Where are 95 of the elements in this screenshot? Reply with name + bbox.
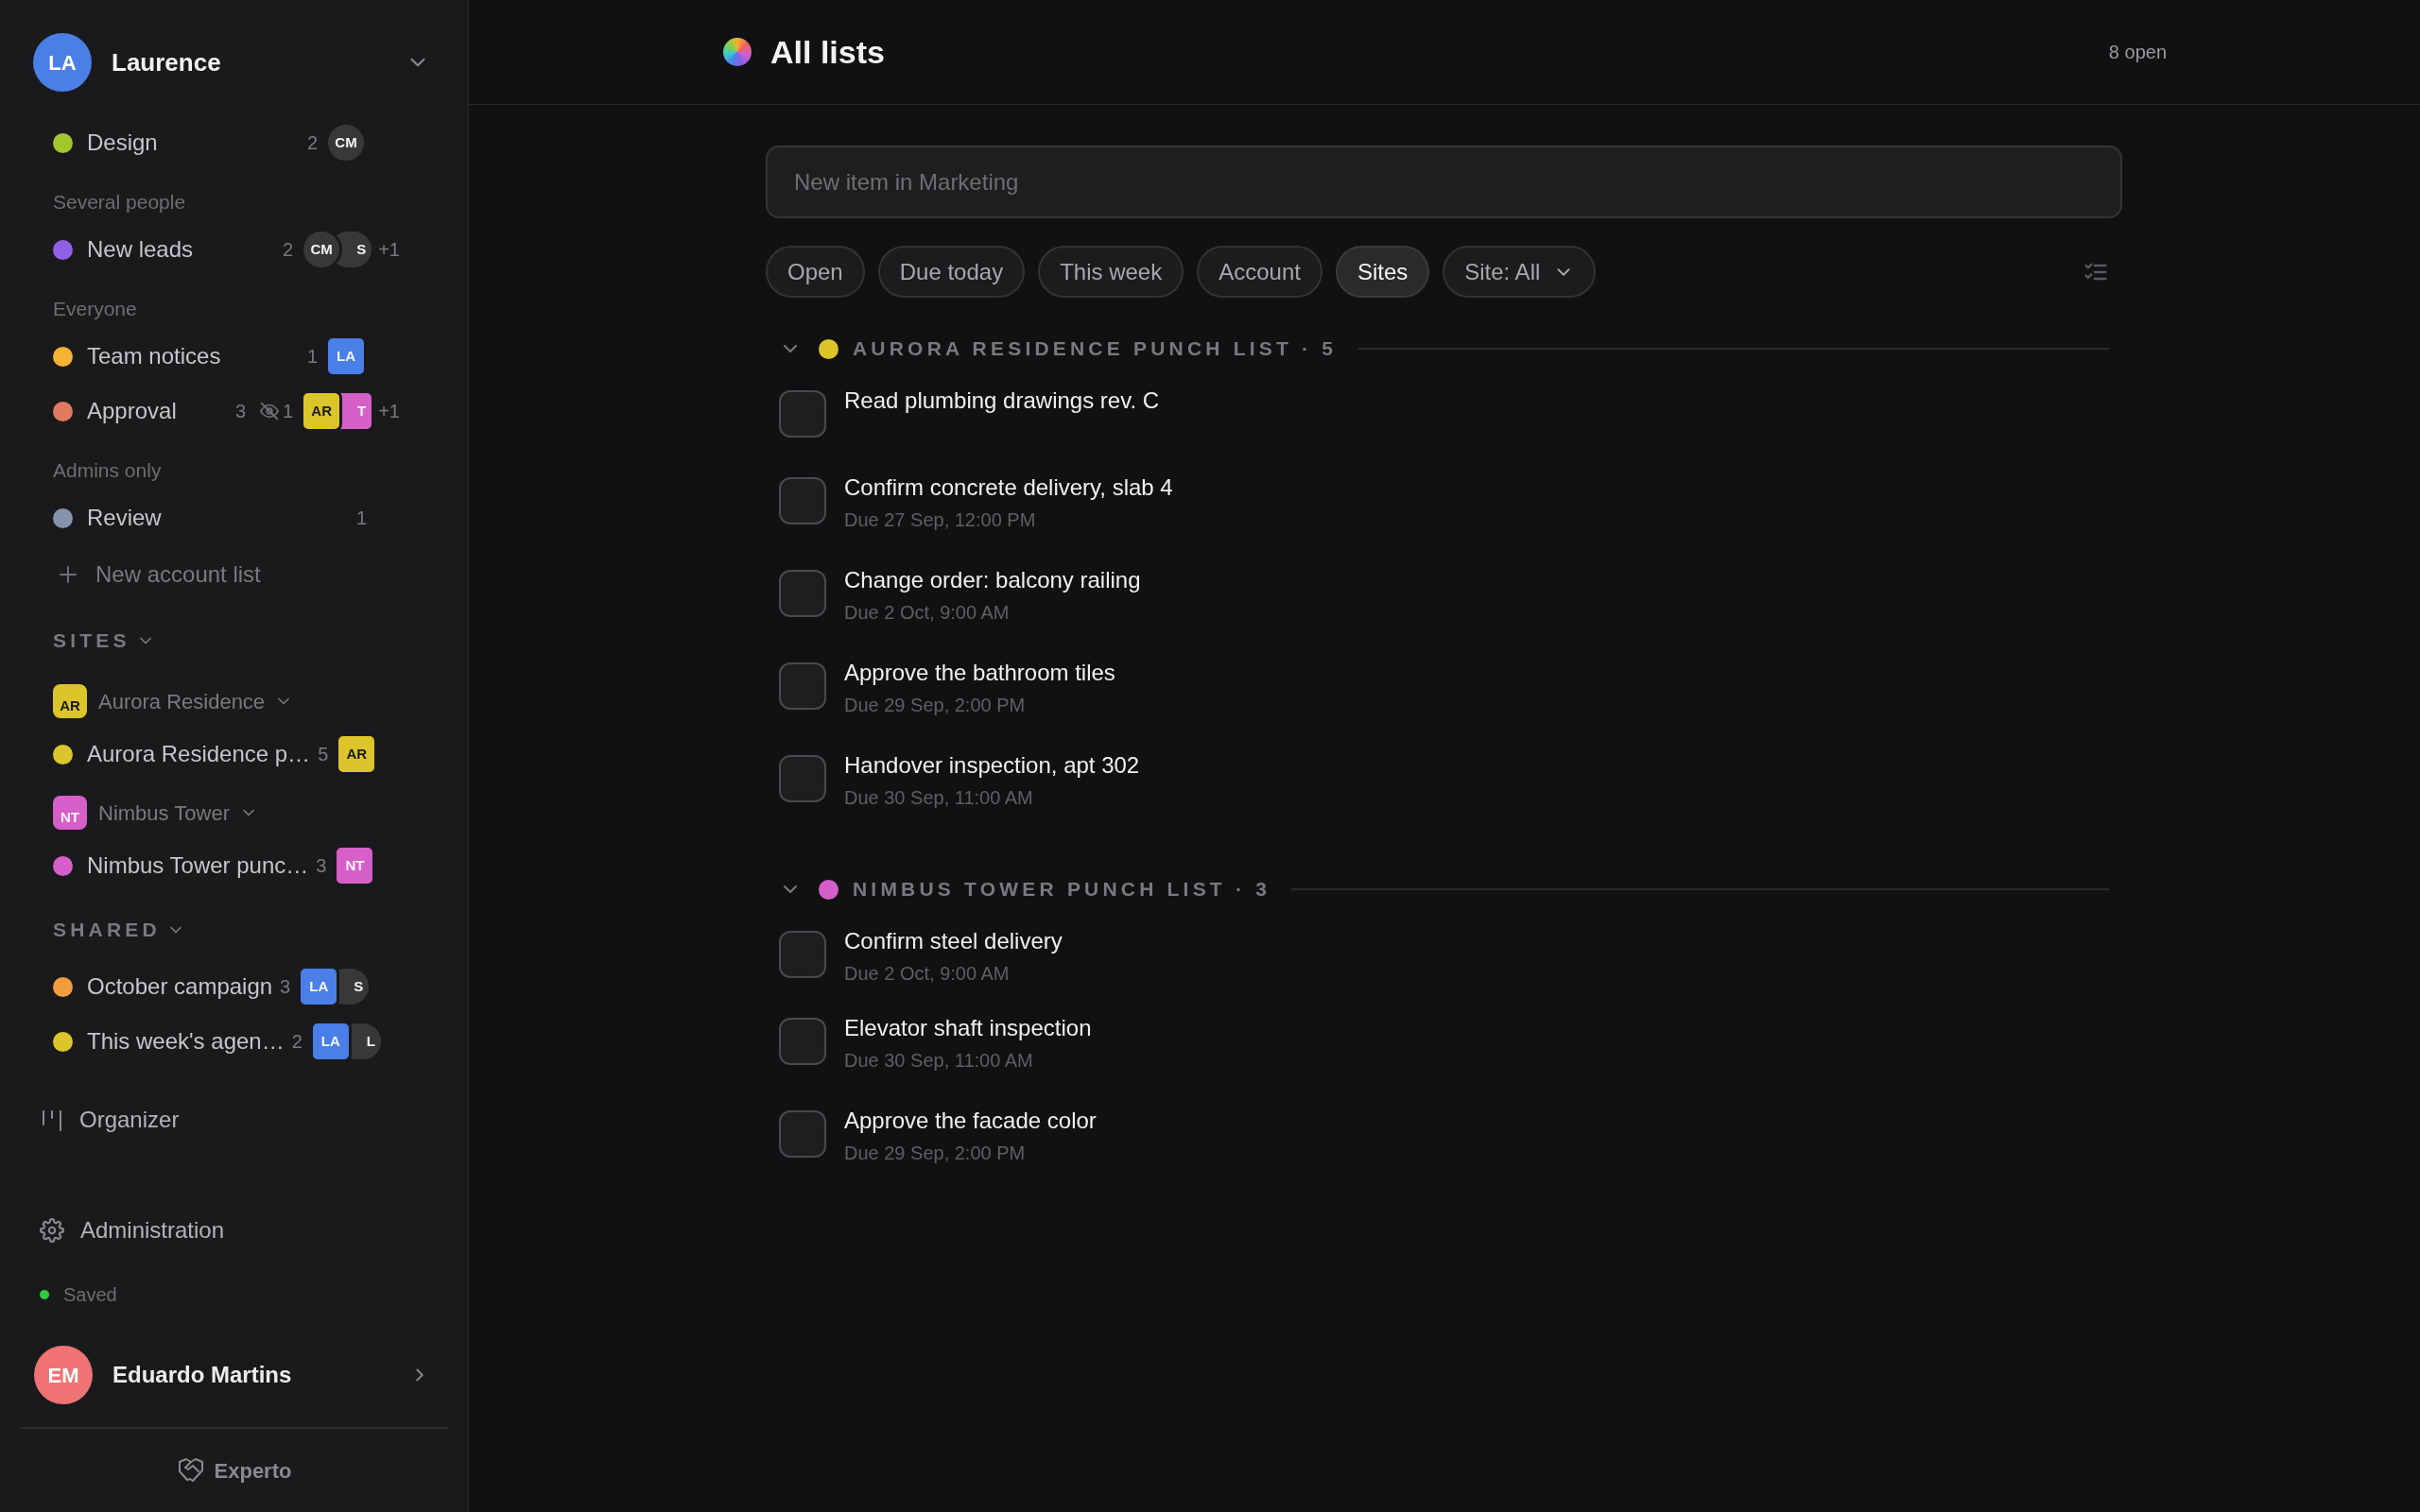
- list-item[interactable]: October campaign 3 LA S: [0, 959, 468, 1014]
- section-header[interactable]: SITES: [0, 604, 468, 670]
- columns-icon: [42, 1108, 62, 1132]
- add-list-button[interactable]: New account list: [0, 545, 468, 604]
- group-label: Several people: [53, 189, 186, 215]
- group-label: Everyone: [53, 296, 137, 321]
- avatar: LA: [325, 335, 367, 377]
- task-title: Handover inspection, apt 302: [844, 751, 1140, 780]
- list-item[interactable]: New leads 2 CM S +1: [0, 222, 468, 277]
- item-count: 2: [306, 131, 318, 155]
- list-name: Design: [87, 129, 158, 157]
- list-item[interactable]: Aurora Residence p… 5 AR: [0, 727, 468, 782]
- task-checkbox[interactable]: [779, 662, 826, 710]
- avatar: CM: [325, 122, 367, 163]
- more-count: +1: [378, 238, 400, 262]
- filter-chip[interactable]: Sites: [1335, 246, 1430, 298]
- avatar: AR: [301, 390, 343, 432]
- task-title: Confirm steel delivery: [844, 927, 1063, 955]
- organizer-link[interactable]: Organizer: [0, 1091, 468, 1148]
- more-count: +1: [378, 400, 400, 423]
- site-header[interactable]: AR Aurora Residence: [0, 670, 468, 727]
- list-name: October campaign: [87, 972, 273, 1001]
- task-title: Approve the bathroom tiles: [844, 659, 1115, 687]
- section-header[interactable]: SHARED: [0, 893, 468, 959]
- brand-name: Experto: [214, 1457, 292, 1485]
- filter-chip[interactable]: Due today: [877, 246, 1026, 298]
- task-checkbox[interactable]: [779, 931, 826, 978]
- filter-chip[interactable]: This week: [1038, 246, 1184, 298]
- list-name: Review: [87, 504, 162, 532]
- list-item[interactable]: Team notices 1 LA: [0, 329, 468, 384]
- settings-icon: [40, 1218, 64, 1243]
- item-count: 3: [234, 400, 247, 423]
- eye-off-icon: [259, 401, 281, 421]
- task-checkbox[interactable]: [779, 755, 826, 802]
- list-name: New leads: [87, 235, 194, 264]
- hidden-count: 1: [283, 400, 294, 423]
- list-item[interactable]: Nimbus Tower punc… 3 NT: [0, 838, 468, 893]
- item-count: 2: [283, 238, 294, 262]
- list-name: Aurora Residence p…: [87, 740, 311, 768]
- task-checkbox[interactable]: [779, 390, 826, 438]
- list-item[interactable]: Review 1: [0, 490, 468, 545]
- site-name: Nimbus Tower: [98, 799, 230, 827]
- item-count: 1: [355, 507, 367, 530]
- account-avatar[interactable]: LA: [33, 33, 92, 92]
- filter-dropdown[interactable]: Site: All: [1443, 246, 1597, 298]
- item-count: 3: [316, 854, 327, 878]
- open-count: 8 open: [2108, 41, 2167, 64]
- task-title: Read plumbing drawings rev. C: [844, 387, 1160, 415]
- plus-icon: [57, 563, 79, 586]
- list-item[interactable]: This week's agen… 2 LA L: [0, 1014, 468, 1069]
- rainbow-icon: [723, 38, 752, 66]
- item-count: 2: [291, 1030, 302, 1054]
- avatar: CM: [301, 229, 343, 270]
- save-status: Saved: [63, 1283, 117, 1307]
- due-date: Due 2 Oct, 9:00 AM: [844, 962, 1011, 986]
- avatar: LA: [298, 966, 340, 1007]
- list-item[interactable]: Approval 3 1 AR T +1: [0, 384, 468, 438]
- user-menu[interactable]: EM Eduardo Martins: [0, 1323, 468, 1427]
- site-badge: AR: [53, 684, 87, 718]
- due-date: Due 30 Sep, 11:00 AM: [844, 786, 1034, 810]
- task-checkbox[interactable]: [779, 477, 826, 524]
- list-name: This week's agen…: [87, 1027, 285, 1056]
- administration-link[interactable]: Administration: [0, 1202, 468, 1259]
- due-date: Due 29 Sep, 2:00 PM: [844, 1142, 1027, 1165]
- group-header[interactable]: AURORA RESIDENCE PUNCH LIST · 5: [853, 334, 1338, 364]
- due-date: Due 29 Sep, 2:00 PM: [844, 694, 1027, 717]
- new-item-field[interactable]: New item in Marketing: [766, 146, 2122, 218]
- site-name: Aurora Residence: [98, 688, 266, 715]
- filter-chip[interactable]: Account: [1197, 246, 1322, 298]
- list-name: Team notices: [87, 342, 221, 370]
- group-label: Admins only: [53, 457, 162, 483]
- task-title: Change order: balcony railing: [844, 566, 1141, 594]
- task-title: Confirm concrete delivery, slab 4: [844, 473, 1173, 502]
- task-title: Approve the facade color: [844, 1107, 1097, 1135]
- account-name[interactable]: Laurence: [112, 43, 221, 81]
- list-item[interactable]: Design 2 CM: [0, 115, 468, 170]
- due-date: Due 27 Sep, 12:00 PM: [844, 508, 1037, 532]
- site-header[interactable]: NT Nimbus Tower: [0, 782, 468, 838]
- filter-chip[interactable]: Open: [766, 246, 865, 298]
- due-date: Due 2 Oct, 9:00 AM: [844, 601, 1011, 625]
- task-checkbox[interactable]: [779, 1110, 826, 1158]
- group-header[interactable]: NIMBUS TOWER PUNCH LIST · 3: [853, 874, 1271, 904]
- page-title: All lists: [770, 32, 885, 72]
- list-name: Approval: [87, 397, 177, 425]
- site-badge: NT: [53, 796, 87, 830]
- handshake-icon: [176, 1457, 205, 1484]
- item-count: 3: [280, 975, 291, 999]
- item-count: 5: [318, 743, 329, 766]
- user-avatar: EM: [34, 1346, 93, 1404]
- item-count: 1: [306, 345, 318, 369]
- task-checkbox[interactable]: [779, 1018, 826, 1065]
- list-name: Nimbus Tower punc…: [87, 851, 309, 880]
- task-checkbox[interactable]: [779, 570, 826, 617]
- task-title: Elevator shaft inspection: [844, 1014, 1092, 1042]
- due-date: Due 30 Sep, 11:00 AM: [844, 1049, 1034, 1073]
